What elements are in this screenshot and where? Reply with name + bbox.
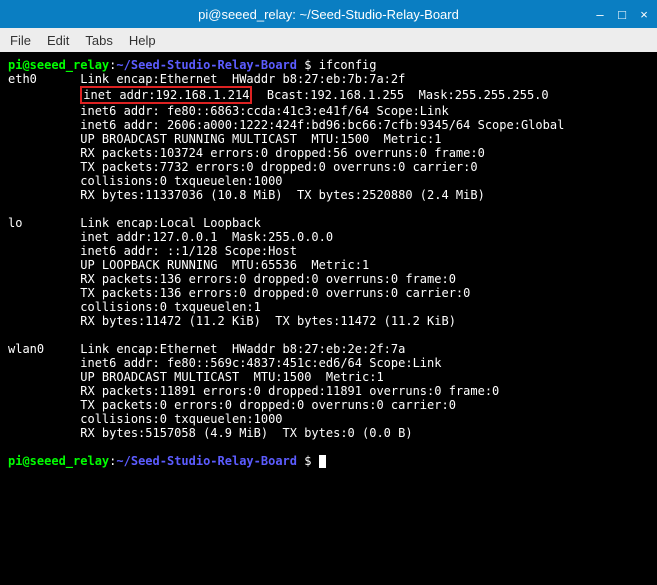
window-title: pi@seeed_relay: ~/Seed-Studio-Relay-Boar… <box>198 7 459 22</box>
prompt-dollar: $ <box>297 58 319 72</box>
lo-line-8: RX bytes:11472 (11.2 KiB) TX bytes:11472… <box>8 314 456 328</box>
titlebar: pi@seeed_relay: ~/Seed-Studio-Relay-Boar… <box>0 0 657 28</box>
eth0-line-8: collisions:0 txqueuelen:1000 <box>8 174 283 188</box>
menu-tabs[interactable]: Tabs <box>85 33 112 48</box>
command-ifconfig: ifconfig <box>319 58 377 72</box>
menu-edit[interactable]: Edit <box>47 33 69 48</box>
maximize-button[interactable]: □ <box>615 7 629 21</box>
wlan0-line-4: RX packets:11891 errors:0 dropped:11891 … <box>8 384 499 398</box>
menu-file[interactable]: File <box>10 33 31 48</box>
lo-line-4: UP LOOPBACK RUNNING MTU:65536 Metric:1 <box>8 258 369 272</box>
prompt-user-host-2: pi@seeed_relay <box>8 454 109 468</box>
eth0-line-5: UP BROADCAST RUNNING MULTICAST MTU:1500 … <box>8 132 441 146</box>
menubar: File Edit Tabs Help <box>0 28 657 52</box>
lo-line-7: collisions:0 txqueuelen:1 <box>8 300 261 314</box>
lo-line-6: TX packets:136 errors:0 dropped:0 overru… <box>8 286 470 300</box>
wlan0-line-2: inet6 addr: fe80::569c:4837:451c:ed6/64 … <box>8 356 441 370</box>
wlan0-line-6: collisions:0 txqueuelen:1000 <box>8 412 283 426</box>
wlan0-line-1: wlan0 Link encap:Ethernet HWaddr b8:27:e… <box>8 342 405 356</box>
eth0-line-7: TX packets:7732 errors:0 dropped:0 overr… <box>8 160 478 174</box>
wlan0-line-3: UP BROADCAST MULTICAST MTU:1500 Metric:1 <box>8 370 384 384</box>
minimize-button[interactable]: – <box>593 7 607 21</box>
prompt-path: ~/Seed-Studio-Relay-Board <box>116 58 297 72</box>
lo-line-1: lo Link encap:Local Loopback <box>8 216 261 230</box>
menu-help[interactable]: Help <box>129 33 156 48</box>
close-button[interactable]: × <box>637 7 651 21</box>
prompt-path-2: ~/Seed-Studio-Relay-Board <box>116 454 297 468</box>
prompt-user-host: pi@seeed_relay <box>8 58 109 72</box>
inet-addr-highlight: inet addr:192.168.1.214 <box>80 86 252 104</box>
window-controls: – □ × <box>593 7 651 21</box>
prompt-line-1: pi@seeed_relay:~/Seed-Studio-Relay-Board… <box>8 58 377 72</box>
lo-line-2: inet addr:127.0.0.1 Mask:255.0.0.0 <box>8 230 333 244</box>
cursor <box>319 455 326 468</box>
prompt-dollar-2: $ <box>297 454 319 468</box>
eth0-line-6: RX packets:103724 errors:0 dropped:56 ov… <box>8 146 485 160</box>
wlan0-line-5: TX packets:0 errors:0 dropped:0 overruns… <box>8 398 456 412</box>
eth0-line-3: inet6 addr: fe80::6863:ccda:41c3:e41f/64… <box>8 104 449 118</box>
eth0-line-9: RX bytes:11337036 (10.8 MiB) TX bytes:25… <box>8 188 485 202</box>
eth0-line-1: eth0 Link encap:Ethernet HWaddr b8:27:eb… <box>8 72 405 86</box>
lo-line-3: inet6 addr: ::1/128 Scope:Host <box>8 244 297 258</box>
eth0-indent <box>8 88 80 102</box>
eth0-line-2-rest: Bcast:192.168.1.255 Mask:255.255.255.0 <box>252 88 548 102</box>
terminal[interactable]: pi@seeed_relay:~/Seed-Studio-Relay-Board… <box>0 52 657 585</box>
eth0-line-4: inet6 addr: 2606:a000:1222:424f:bd96:bc6… <box>8 118 564 132</box>
wlan0-line-7: RX bytes:5157058 (4.9 MiB) TX bytes:0 (0… <box>8 426 413 440</box>
prompt-line-2: pi@seeed_relay:~/Seed-Studio-Relay-Board… <box>8 454 319 468</box>
lo-line-5: RX packets:136 errors:0 dropped:0 overru… <box>8 272 456 286</box>
